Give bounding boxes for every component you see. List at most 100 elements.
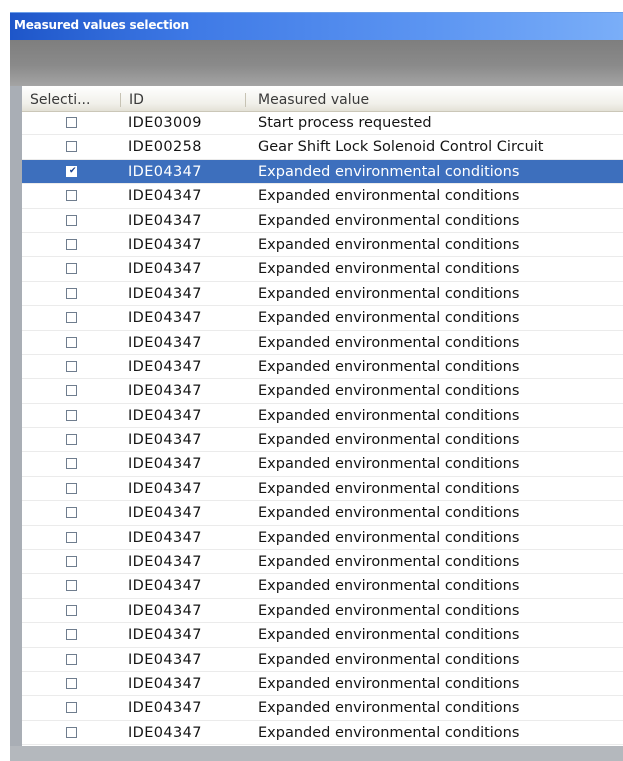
selection-checkbox[interactable] — [66, 482, 77, 494]
selection-checkbox[interactable] — [66, 580, 77, 592]
table-row[interactable]: IDE04347 Expanded environmental condition… — [22, 379, 623, 404]
selection-checkbox[interactable] — [66, 507, 77, 519]
row-measured-value: Expanded environmental conditions — [258, 407, 520, 424]
table-row[interactable]: IDE04347 Expanded environmental condition… — [22, 526, 623, 551]
checkmark-icon: ✔ — [69, 165, 77, 176]
selection-checkbox[interactable] — [66, 287, 77, 299]
title-bar[interactable]: Measured values selection — [10, 12, 623, 41]
table-row[interactable]: IDE04347 Expanded environmental condition… — [22, 599, 623, 624]
selection-checkbox[interactable] — [66, 629, 77, 641]
selection-checkbox[interactable] — [66, 214, 77, 226]
table-row[interactable]: IDE04347 Expanded environmental condition… — [22, 209, 623, 233]
table-row[interactable]: IDE04347 Expanded environmental condition… — [22, 233, 623, 258]
row-id: IDE04347 — [128, 432, 202, 449]
table-row[interactable]: IDE04347 Expanded environmental condition… — [22, 331, 623, 355]
row-id: IDE04347 — [128, 236, 202, 253]
row-id: IDE04347 — [128, 383, 202, 400]
table-row[interactable]: IDE04347 Expanded environmental condition… — [22, 623, 623, 648]
table-row[interactable]: IDE04347 Expanded environmental condition… — [22, 550, 623, 575]
selection-checkbox[interactable] — [66, 726, 77, 738]
selection-checkbox[interactable] — [66, 653, 77, 665]
selection-checkbox[interactable] — [66, 458, 77, 470]
row-id: IDE04347 — [128, 627, 202, 644]
row-measured-value: Expanded environmental conditions — [258, 334, 520, 351]
table-header: Selecti... ID Measured value — [22, 86, 623, 112]
row-id: IDE04347 — [128, 578, 202, 595]
selection-checkbox[interactable] — [66, 677, 77, 689]
selection-checkbox[interactable] — [66, 702, 77, 714]
table-row[interactable]: IDE04347 Expanded environmental condition… — [22, 477, 623, 502]
table-row[interactable]: IDE04347 Expanded environmental condition… — [22, 452, 623, 477]
selection-checkbox[interactable] — [66, 409, 77, 421]
selection-checkbox[interactable] — [66, 556, 77, 568]
row-id: IDE04347 — [128, 285, 202, 302]
selection-checkbox[interactable] — [66, 360, 77, 372]
column-header-id[interactable]: ID — [121, 86, 245, 111]
table-row[interactable]: IDE00258 Gear Shift Lock Solenoid Control… — [22, 135, 623, 160]
row-measured-value: Expanded environmental conditions — [258, 383, 520, 400]
selection-checkbox[interactable] — [66, 263, 77, 275]
row-measured-value: Expanded environmental conditions — [258, 212, 520, 229]
table-row[interactable]: IDE03009 Start process requested — [22, 111, 623, 136]
table-row[interactable]: IDE04347 Expanded environmental condition… — [22, 574, 623, 599]
row-id: IDE04347 — [128, 358, 202, 375]
row-id: IDE04347 — [128, 163, 202, 180]
table-row[interactable]: IDE04347 Expanded environmental condition… — [22, 306, 623, 331]
row-measured-value: Expanded environmental conditions — [258, 554, 520, 571]
row-measured-value: Expanded environmental conditions — [258, 651, 520, 668]
table-row[interactable]: IDE04347 Expanded environmental condition… — [22, 404, 623, 429]
selection-checkbox[interactable] — [66, 336, 77, 348]
selection-checkbox[interactable] — [66, 312, 77, 324]
table-row[interactable]: IDE04347 Expanded environmental condition… — [22, 501, 623, 526]
row-measured-value: Gear Shift Lock Solenoid Control Circuit — [258, 139, 544, 156]
row-measured-value: Expanded environmental conditions — [258, 724, 520, 741]
table-row[interactable]: IDE04347 Expanded environmental condition… — [22, 696, 623, 721]
row-measured-value: Expanded environmental conditions — [258, 505, 520, 522]
row-measured-value: Expanded environmental conditions — [258, 188, 520, 205]
column-header-selection[interactable]: Selecti... — [22, 86, 120, 111]
row-id: IDE04347 — [128, 310, 202, 327]
row-id: IDE04347 — [128, 554, 202, 571]
row-id: IDE04347 — [128, 602, 202, 619]
selection-checkbox[interactable]: ✔ — [66, 165, 77, 177]
row-id: IDE04347 — [128, 505, 202, 522]
row-id: IDE04347 — [128, 529, 202, 546]
row-id: IDE04347 — [128, 456, 202, 473]
measured-values-table: Selecti... ID Measured value IDE03009 Sta… — [22, 86, 623, 761]
selection-checkbox[interactable] — [66, 238, 77, 250]
row-measured-value: Expanded environmental conditions — [258, 602, 520, 619]
table-row[interactable]: IDE04347 Expanded environmental condition… — [22, 721, 623, 746]
column-header-measured-value[interactable]: Measured value — [246, 86, 623, 111]
selection-checkbox[interactable] — [66, 604, 77, 616]
row-id: IDE03009 — [128, 115, 202, 131]
row-measured-value: Expanded environmental conditions — [258, 285, 520, 302]
selection-checkbox[interactable] — [66, 531, 77, 543]
row-measured-value: Expanded environmental conditions — [258, 261, 520, 278]
table-row[interactable]: IDE04347 Expanded environmental condition… — [22, 428, 623, 453]
row-measured-value: Expanded environmental conditions — [258, 358, 520, 375]
row-id: IDE04347 — [128, 334, 202, 351]
row-measured-value: Expanded environmental conditions — [258, 432, 520, 449]
table-row[interactable]: IDE04347 Expanded environmental condition… — [22, 355, 623, 380]
table-row[interactable]: IDE04347 Expanded environmental condition… — [22, 672, 623, 697]
selection-checkbox[interactable] — [66, 385, 77, 397]
bottom-panel-edge — [10, 746, 623, 761]
row-measured-value: Expanded environmental conditions — [258, 480, 520, 497]
table-row[interactable]: IDE04347 Expanded environmental condition… — [22, 184, 623, 209]
toolbar-band — [10, 40, 623, 86]
row-measured-value: Expanded environmental conditions — [258, 456, 520, 473]
selection-checkbox[interactable] — [66, 117, 77, 128]
selection-checkbox[interactable] — [66, 141, 77, 153]
row-id: IDE04347 — [128, 261, 202, 278]
row-id: IDE04347 — [128, 212, 202, 229]
table-row[interactable]: IDE04347 Expanded environmental condition… — [22, 257, 623, 282]
row-measured-value: Expanded environmental conditions — [258, 675, 520, 692]
table-row[interactable]: IDE04347 Expanded environmental condition… — [22, 282, 623, 307]
window-title: Measured values selection — [14, 18, 190, 32]
row-measured-value: Expanded environmental conditions — [258, 310, 520, 327]
row-id: IDE04347 — [128, 700, 202, 717]
table-row[interactable]: ✔ IDE04347 Expanded environmental conditio… — [22, 159, 623, 185]
selection-checkbox[interactable] — [66, 434, 77, 446]
table-row[interactable]: IDE04347 Expanded environmental condition… — [22, 648, 623, 672]
selection-checkbox[interactable] — [66, 190, 77, 202]
